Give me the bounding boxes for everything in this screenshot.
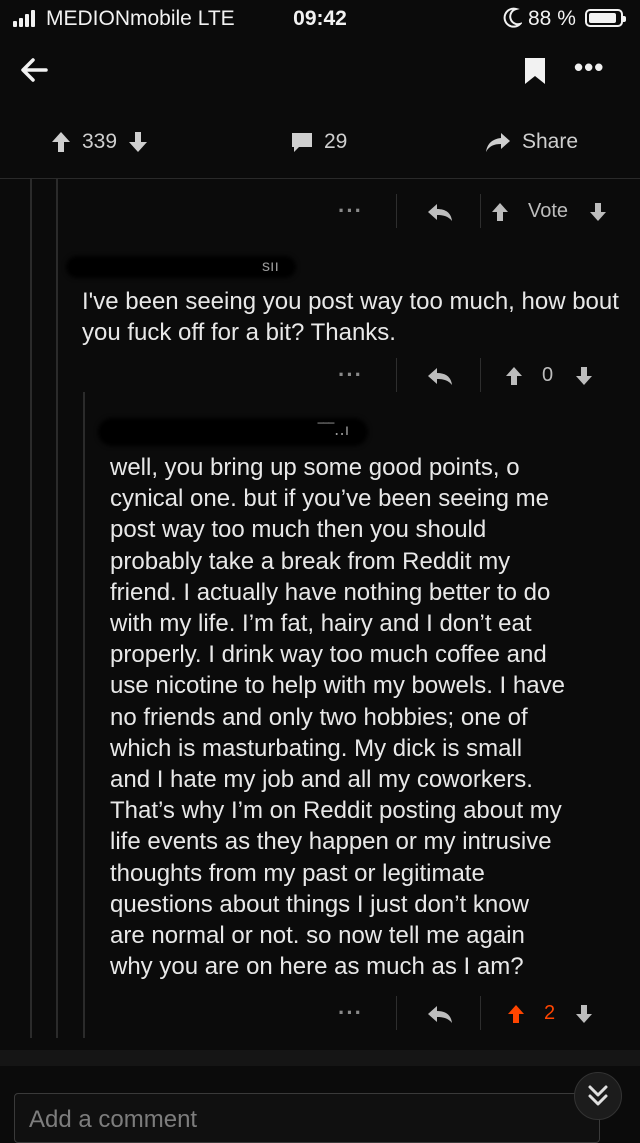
upvote-icon-active[interactable]: [506, 1003, 526, 1025]
upvote-count: 339: [82, 130, 118, 153]
bookmark-button[interactable]: [522, 56, 548, 86]
reply-icon[interactable]: [426, 366, 454, 386]
score: 0: [542, 364, 554, 386]
do-not-disturb-icon: [502, 7, 524, 35]
comment-actions: ··· Vote: [320, 192, 620, 232]
downvote-icon[interactable]: [574, 1003, 594, 1025]
comments-button[interactable]: 29: [290, 130, 347, 154]
chevrons-down-icon: [588, 1085, 608, 1106]
divider: [0, 178, 640, 179]
score: 2: [544, 1002, 556, 1024]
comment-actions: ··· 2: [320, 994, 620, 1034]
comment-line: questions about things I just don’t know: [110, 890, 529, 918]
more-horizontal-icon: •••: [574, 52, 605, 82]
reply-icon[interactable]: [426, 202, 454, 222]
thread-line: [56, 178, 58, 1038]
status-bar: MEDIONmobile LTE 09:42 88 %: [0, 0, 640, 38]
thread-line: [30, 178, 32, 1038]
comment-actions: ··· 0: [320, 356, 620, 396]
downvote-icon[interactable]: [127, 130, 149, 154]
upvote-icon[interactable]: [504, 365, 524, 387]
comment-more-button[interactable]: ···: [338, 198, 363, 224]
share-icon: [486, 133, 510, 152]
share-button[interactable]: Share: [484, 130, 578, 154]
username-fragment: sıı: [262, 258, 279, 275]
comment-line: That’s why I’m on Reddit posting about m…: [110, 797, 562, 825]
more-options-button[interactable]: •••: [574, 52, 604, 83]
upvote-icon[interactable]: [50, 130, 72, 154]
comment-line: post way too much then you should: [110, 516, 487, 544]
comment-line: thoughts from my past or legitimate: [110, 859, 485, 887]
comment-input-placeholder: Add a comment: [29, 1106, 198, 1133]
downvote-icon[interactable]: [588, 201, 608, 223]
comment-line: are normal or not. so now tell me again: [110, 922, 525, 950]
comment-line: and I hate my job and all my coworkers.: [110, 766, 533, 794]
comment-line: friend. I actually have nothing better t…: [110, 578, 551, 606]
bookmark-icon: [525, 58, 545, 84]
comment-line: which is masturbating. My dick is small: [110, 734, 523, 762]
comment-line: life events as they happen or my intrusi…: [110, 828, 552, 856]
battery-icon: [585, 9, 626, 27]
comment-icon: [292, 133, 312, 152]
back-button[interactable]: [16, 52, 52, 88]
post-actions: 339 29 Share: [0, 124, 640, 164]
comment-more-button[interactable]: ···: [338, 362, 363, 388]
vote-group: 339: [50, 130, 149, 154]
comment-line: use nicotine to help with my bowels. I h…: [110, 672, 565, 700]
comment-line: cynical one. but if you’ve been seeing m…: [110, 485, 549, 513]
vote-label: Vote: [528, 200, 569, 222]
battery-percent: 88 %: [528, 7, 576, 30]
comment-more-button[interactable]: ···: [338, 1000, 363, 1026]
username-fragment: ‾‾‾․․ı: [318, 422, 350, 439]
upvote-icon[interactable]: [490, 201, 510, 223]
comment-line: why you are on here as much as I am?: [110, 953, 524, 981]
share-label: Share: [522, 130, 579, 153]
comment-line: properly. I drink way too much coffee an…: [110, 641, 547, 669]
jump-down-button[interactable]: [574, 1072, 622, 1120]
comment-count: 29: [324, 130, 348, 153]
arrow-left-icon: [21, 58, 48, 82]
comment-body: I've been seeing you post way too much, …: [82, 288, 619, 347]
comment-line: with my life. I’m fat, hairy and I don’t…: [110, 610, 532, 638]
downvote-icon[interactable]: [574, 365, 594, 387]
reply-icon[interactable]: [426, 1004, 454, 1024]
thread-line: [83, 392, 85, 1038]
comment-body-long: well, you bring up some good points, o c…: [110, 452, 630, 982]
comment-line: probably take a break from Reddit my: [110, 547, 511, 575]
divider: [0, 1050, 640, 1066]
comment-line: no friends and only two hobbies; one of: [110, 703, 528, 731]
comment-line: well, you bring up some good points, o: [110, 454, 520, 481]
